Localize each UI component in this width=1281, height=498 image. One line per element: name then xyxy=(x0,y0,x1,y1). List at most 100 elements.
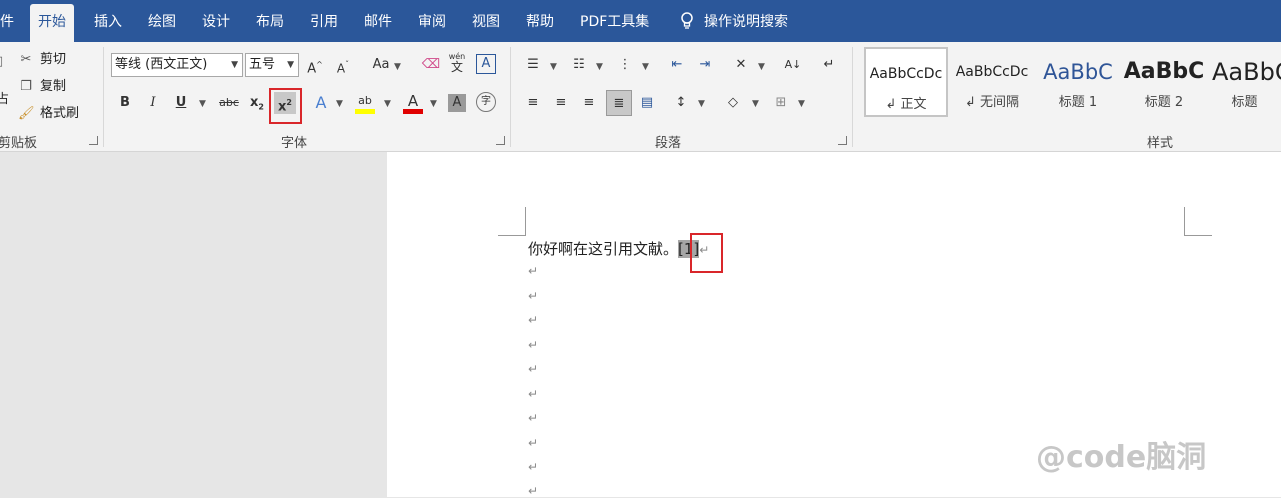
chevron-down-icon[interactable]: ▼ xyxy=(596,62,603,72)
crop-mark xyxy=(1184,207,1185,235)
style-heading-2[interactable]: AaBbC 标题 2 xyxy=(1122,47,1206,117)
chevron-down-icon[interactable]: ▼ xyxy=(199,99,206,109)
font-group-label: 字体 xyxy=(281,136,308,151)
tab-layout[interactable]: 布局 xyxy=(256,0,284,42)
chevron-down-icon[interactable]: ▼ xyxy=(430,99,437,109)
shrink-font-button[interactable]: Aˇ xyxy=(332,54,354,76)
cut-button[interactable]: ✂ 剪切 xyxy=(18,48,66,67)
tab-insert[interactable]: 插入 xyxy=(94,0,122,42)
chevron-down-icon[interactable]: ▼ xyxy=(642,62,649,72)
chevron-down-icon[interactable]: ▼ xyxy=(336,99,343,109)
tab-review[interactable]: 审阅 xyxy=(418,0,446,42)
paste-icon[interactable]: ▯ xyxy=(0,54,3,69)
paragraph-launcher-icon[interactable] xyxy=(838,136,847,145)
style-sample: AaBbCcDc xyxy=(869,66,943,82)
style-sample: AaBbC xyxy=(1043,60,1113,84)
paste-label[interactable]: 占 xyxy=(0,88,9,107)
tab-draw[interactable]: 绘图 xyxy=(148,0,176,42)
ribbon-tab-bar: 件 开始 插入 绘图 设计 布局 引用 邮件 审阅 视图 帮助 PDF工具集 操… xyxy=(0,0,1281,42)
tab-references[interactable]: 引用 xyxy=(310,0,338,42)
document-line[interactable]: 你好啊在这引用文献。[1]↵ xyxy=(528,238,709,259)
chevron-down-icon: ▼ xyxy=(231,60,238,70)
character-border-button[interactable]: A xyxy=(476,54,496,74)
font-size-value: 五号 xyxy=(249,57,276,72)
tab-view[interactable]: 视图 xyxy=(472,0,500,42)
align-center-icon[interactable]: ≡ xyxy=(550,92,572,114)
crop-mark xyxy=(525,207,526,235)
phonetic-guide-button[interactable]: wén 文 xyxy=(446,52,468,74)
numbering-icon[interactable]: ☷ xyxy=(568,54,590,76)
tab-help[interactable]: 帮助 xyxy=(526,0,554,42)
tab-pdf-tools[interactable]: PDF工具集 xyxy=(580,0,649,42)
character-shading-icon: A xyxy=(452,95,462,110)
align-right-icon[interactable]: ≡ xyxy=(578,92,600,114)
character-shading-button[interactable]: A xyxy=(448,94,466,112)
chevron-down-icon[interactable]: ▼ xyxy=(698,99,705,109)
font-color-button[interactable]: A xyxy=(402,90,424,114)
grow-font-button[interactable]: A^ xyxy=(304,54,326,76)
highlight-icon: ab xyxy=(358,94,372,107)
increase-indent-icon[interactable]: ⇥ xyxy=(694,54,716,76)
bullets-icon[interactable]: ☰ xyxy=(522,54,544,76)
font-size-combo[interactable]: 五号 ▼ xyxy=(245,53,299,77)
format-painter-button[interactable]: 🖌 格式刷 xyxy=(18,102,79,121)
text-effects-icon: A xyxy=(315,93,327,112)
chevron-down-icon[interactable]: ▼ xyxy=(394,62,401,72)
pinyin-bottom: 文 xyxy=(450,60,463,74)
enclose-characters-button[interactable]: 字 xyxy=(476,92,496,112)
document-text: 你好啊在这引用文献。 xyxy=(528,240,679,258)
clipboard-launcher-icon[interactable] xyxy=(89,136,98,145)
borders-icon[interactable]: ⊞ xyxy=(770,92,792,114)
lightbulb-icon xyxy=(681,12,693,29)
font-color-swatch xyxy=(403,109,423,114)
tab-design[interactable]: 设计 xyxy=(202,0,230,42)
style-name: ↲ 无间隔 xyxy=(964,95,1020,110)
chevron-down-icon[interactable]: ▼ xyxy=(384,99,391,109)
change-case-icon: Aa xyxy=(372,57,390,72)
chevron-down-icon[interactable]: ▼ xyxy=(758,62,765,72)
multilevel-list-icon[interactable]: ⋮ xyxy=(614,54,636,76)
font-name-combo[interactable]: 等线 (西文正文) ▼ xyxy=(111,53,243,77)
paragraph-mark: ↵ xyxy=(528,313,539,327)
show-marks-icon[interactable]: ↵ xyxy=(818,54,840,76)
text-effects-button[interactable]: A xyxy=(310,92,332,114)
subscript-button[interactable]: x2 xyxy=(246,92,268,114)
asian-layout-icon[interactable]: ✕ xyxy=(730,54,752,76)
sort-icon[interactable]: A↓ xyxy=(782,54,804,76)
line-spacing-icon[interactable]: ↕ xyxy=(670,92,692,114)
paragraph-mark: ↵ xyxy=(528,387,539,401)
scissors-icon: ✂ xyxy=(20,52,32,67)
align-left-icon[interactable]: ≡ xyxy=(522,92,544,114)
change-case-button[interactable]: Aa xyxy=(366,54,396,76)
tab-mailings[interactable]: 邮件 xyxy=(364,0,392,42)
clear-formatting-icon[interactable]: ⌫ xyxy=(420,54,442,76)
separator xyxy=(852,47,853,147)
shading-icon[interactable]: ◇ xyxy=(722,92,744,114)
underline-button[interactable]: U xyxy=(170,92,192,114)
distributed-icon[interactable]: ▤ xyxy=(636,92,658,114)
highlight-color-button[interactable]: ab xyxy=(354,90,376,114)
copy-button[interactable]: ❐ 复制 xyxy=(18,75,66,94)
tab-file[interactable]: 件 xyxy=(0,0,14,42)
italic-button[interactable]: I xyxy=(142,92,164,114)
chevron-down-icon[interactable]: ▼ xyxy=(752,99,759,109)
citation-highlight-box xyxy=(690,233,723,273)
font-launcher-icon[interactable] xyxy=(496,136,505,145)
decrease-indent-icon[interactable]: ⇤ xyxy=(666,54,688,76)
separator xyxy=(510,47,511,147)
style-heading-1[interactable]: AaBbC 标题 1 xyxy=(1036,47,1120,117)
style-name: 标题 2 xyxy=(1144,95,1184,110)
strikethrough-button[interactable]: abc xyxy=(216,92,242,114)
character-border-icon: A xyxy=(481,56,491,71)
chevron-down-icon[interactable]: ▼ xyxy=(798,99,805,109)
tell-me-search[interactable]: 操作说明搜索 xyxy=(680,0,788,42)
bold-button[interactable]: B xyxy=(114,92,136,114)
style-title[interactable]: AaBbC 标题 xyxy=(1208,47,1281,117)
paragraph-mark: ↵ xyxy=(528,289,539,303)
style-normal[interactable]: AaBbCcDc ↲ 正文 xyxy=(864,47,948,117)
tab-home[interactable]: 开始 xyxy=(30,4,74,42)
chevron-down-icon[interactable]: ▼ xyxy=(550,62,557,72)
style-name: 标题 1 xyxy=(1058,95,1098,110)
justify-icon[interactable]: ≣ xyxy=(606,90,632,116)
style-no-spacing[interactable]: AaBbCcDc ↲ 无间隔 xyxy=(950,47,1034,117)
